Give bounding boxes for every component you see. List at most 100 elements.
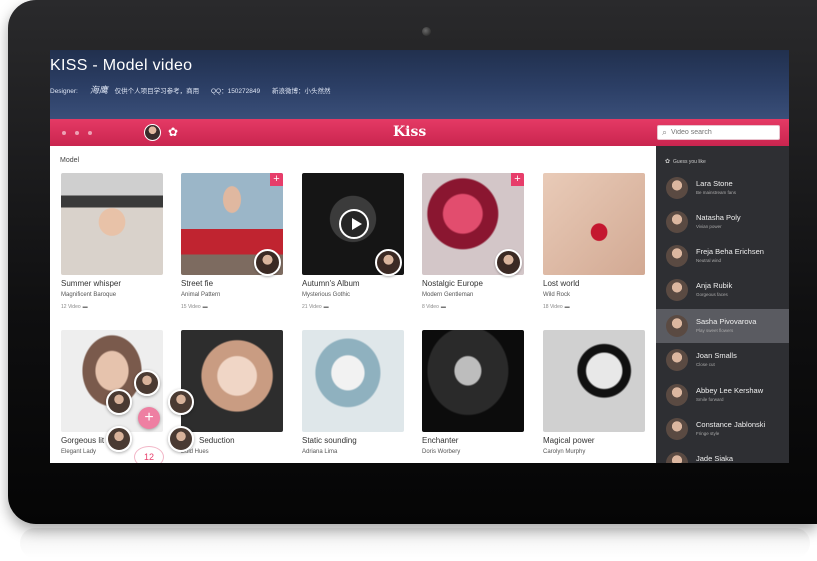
- card-title[interactable]: Street fie: [181, 279, 213, 288]
- video-count-text: 15 Video: [181, 304, 201, 310]
- card-thumbnail[interactable]: [543, 173, 645, 275]
- card-thumbnail[interactable]: [61, 173, 163, 275]
- card-title[interactable]: Nostalgic Europe: [422, 279, 483, 288]
- person-item[interactable]: Anja Rubik Gorgeous faces: [656, 273, 789, 307]
- person-name[interactable]: Sasha Pivovarova: [696, 317, 756, 326]
- video-card[interactable]: Magical power Carolyn Murphy: [543, 330, 645, 462]
- add-button[interactable]: +: [138, 407, 160, 429]
- person-item[interactable]: Joan Smalls Close cut: [656, 343, 789, 377]
- video-card[interactable]: Autumn's Album Mysterious Gothic 21 Vide…: [302, 173, 404, 310]
- card-title[interactable]: Lost world: [543, 279, 579, 288]
- card-thumbnail[interactable]: [181, 330, 283, 432]
- card-video-count: 21 Video ▬: [302, 304, 329, 310]
- person-item[interactable]: Lara Stone Be mainstream fans: [656, 171, 789, 205]
- share-avatar[interactable]: [106, 389, 132, 415]
- card-video-count: 12 Video ▬: [61, 304, 88, 310]
- card-subtitle: Mysterious Gothic: [302, 292, 351, 298]
- card-title[interactable]: Summer whisper: [61, 279, 121, 288]
- add-plus-icon[interactable]: +: [511, 173, 524, 186]
- brand-logo[interactable]: Kiss: [393, 124, 426, 140]
- title-banner: KISS - Model video Designer: 海鹰 仅供个人项目学习参…: [50, 50, 789, 119]
- card-subtitle: Carolyn Murphy: [543, 449, 586, 455]
- avatar[interactable]: [666, 349, 688, 371]
- video-card[interactable]: Seduction Bold Hues: [181, 330, 283, 462]
- user-avatar[interactable]: [144, 124, 161, 141]
- card-thumbnail[interactable]: [422, 330, 524, 432]
- video-card[interactable]: + Street fie Animal Pattern 15 Video ▬: [181, 173, 283, 310]
- avatar[interactable]: [666, 452, 688, 463]
- card-title[interactable]: Enchanter: [422, 436, 458, 445]
- person-item[interactable]: Jade Siaka: [656, 446, 789, 463]
- avatar[interactable]: [666, 279, 688, 301]
- card-subtitle: Wild Rock: [543, 292, 571, 298]
- person-item[interactable]: Freja Beha Erichsen Neutral wind: [656, 239, 789, 273]
- video-count-text: 18 Video: [543, 304, 563, 310]
- person-item[interactable]: Constance Jablonski Fringe style: [656, 412, 789, 446]
- person-subtitle: Play sweet flowers: [696, 328, 734, 333]
- designer-signature: 海鹰: [89, 86, 108, 96]
- avatar[interactable]: [666, 245, 688, 267]
- avatar[interactable]: [666, 211, 688, 233]
- gear-icon[interactable]: ✿: [168, 125, 178, 139]
- person-name[interactable]: Constance Jablonski: [696, 420, 765, 429]
- avatar[interactable]: [666, 418, 688, 440]
- app-bar: ✿ Kiss ⌕: [50, 119, 789, 146]
- designer-label: Designer:: [50, 88, 78, 95]
- card-thumbnail[interactable]: [302, 330, 404, 432]
- weibo-contact: 新浪微博：小头然然: [271, 88, 331, 95]
- person-name[interactable]: Jade Siaka: [696, 454, 733, 463]
- add-plus-icon[interactable]: +: [270, 173, 283, 186]
- card-avatar[interactable]: [375, 249, 402, 276]
- card-title[interactable]: Seduction: [199, 436, 235, 445]
- card-title[interactable]: Autumn's Album: [302, 279, 360, 288]
- video-card[interactable]: Lost world Wild Rock 18 Video ▬: [543, 173, 645, 310]
- search-input[interactable]: [671, 127, 776, 138]
- share-avatar[interactable]: [106, 426, 132, 452]
- person-name[interactable]: Abbey Lee Kershaw: [696, 386, 763, 395]
- person-name[interactable]: Freja Beha Erichsen: [696, 247, 764, 256]
- video-card[interactable]: Static sounding Adriana Lima: [302, 330, 404, 462]
- video-card[interactable]: + Nostalgic Europe Modern Gentleman 8 Vi…: [422, 173, 524, 310]
- card-subtitle: Animal Pattern: [181, 292, 221, 298]
- person-name[interactable]: Anja Rubik: [696, 281, 732, 290]
- video-card[interactable]: Enchanter Doris Worbery: [422, 330, 524, 462]
- screen: KISS - Model video Designer: 海鹰 仅供个人项目学习参…: [50, 50, 789, 463]
- video-count-text: 12 Video: [61, 304, 81, 310]
- search-icon[interactable]: ⌕: [662, 127, 667, 138]
- card-video-count: 8 Video ▬: [422, 304, 446, 310]
- designer-note: 仅供个人项目学习参考，商用: [114, 88, 200, 95]
- avatar[interactable]: [666, 177, 688, 199]
- card-title[interactable]: Gorgeous lit: [61, 436, 104, 445]
- card-thumbnail[interactable]: [543, 330, 645, 432]
- page-title: KISS - Model video: [50, 57, 193, 74]
- share-avatar[interactable]: [168, 426, 194, 452]
- menu-dots-icon[interactable]: [62, 131, 92, 135]
- person-item[interactable]: Abbey Lee Kershaw Smile forward: [656, 378, 789, 412]
- person-name[interactable]: Natasha Poly: [696, 213, 741, 222]
- person-subtitle: Fringe style: [696, 431, 720, 436]
- heart-icon: ✿: [665, 159, 671, 165]
- person-item[interactable]: Natasha Poly Vivian power: [656, 205, 789, 239]
- sidebar-header-text: Guess you like: [673, 159, 706, 165]
- share-avatar[interactable]: [134, 370, 160, 396]
- share-count-badge[interactable]: 12: [134, 446, 164, 463]
- search-box[interactable]: ⌕: [657, 125, 780, 140]
- share-avatar[interactable]: [168, 389, 194, 415]
- person-name[interactable]: Joan Smalls: [696, 351, 737, 360]
- person-item-selected[interactable]: Sasha Pivovarova Play sweet flowers: [656, 309, 789, 343]
- card-avatar[interactable]: [254, 249, 281, 276]
- avatar[interactable]: [666, 384, 688, 406]
- card-avatar[interactable]: [495, 249, 522, 276]
- card-title[interactable]: Static sounding: [302, 436, 357, 445]
- person-subtitle: Smile forward: [696, 397, 724, 402]
- comment-icon: ▬: [440, 304, 446, 310]
- person-name[interactable]: Lara Stone: [696, 179, 733, 188]
- play-icon[interactable]: [339, 209, 369, 239]
- card-title[interactable]: Magical power: [543, 436, 595, 445]
- video-card[interactable]: Summer whisper Magnificent Baroque 12 Vi…: [61, 173, 163, 310]
- avatar[interactable]: [666, 315, 688, 337]
- designer-credit: Designer: 海鹰 仅供个人项目学习参考，商用 QQ：150272849 新…: [50, 83, 340, 96]
- card-subtitle: Doris Worbery: [422, 449, 461, 455]
- camera-icon: [422, 27, 431, 36]
- card-video-count: 18 Video ▬: [543, 304, 570, 310]
